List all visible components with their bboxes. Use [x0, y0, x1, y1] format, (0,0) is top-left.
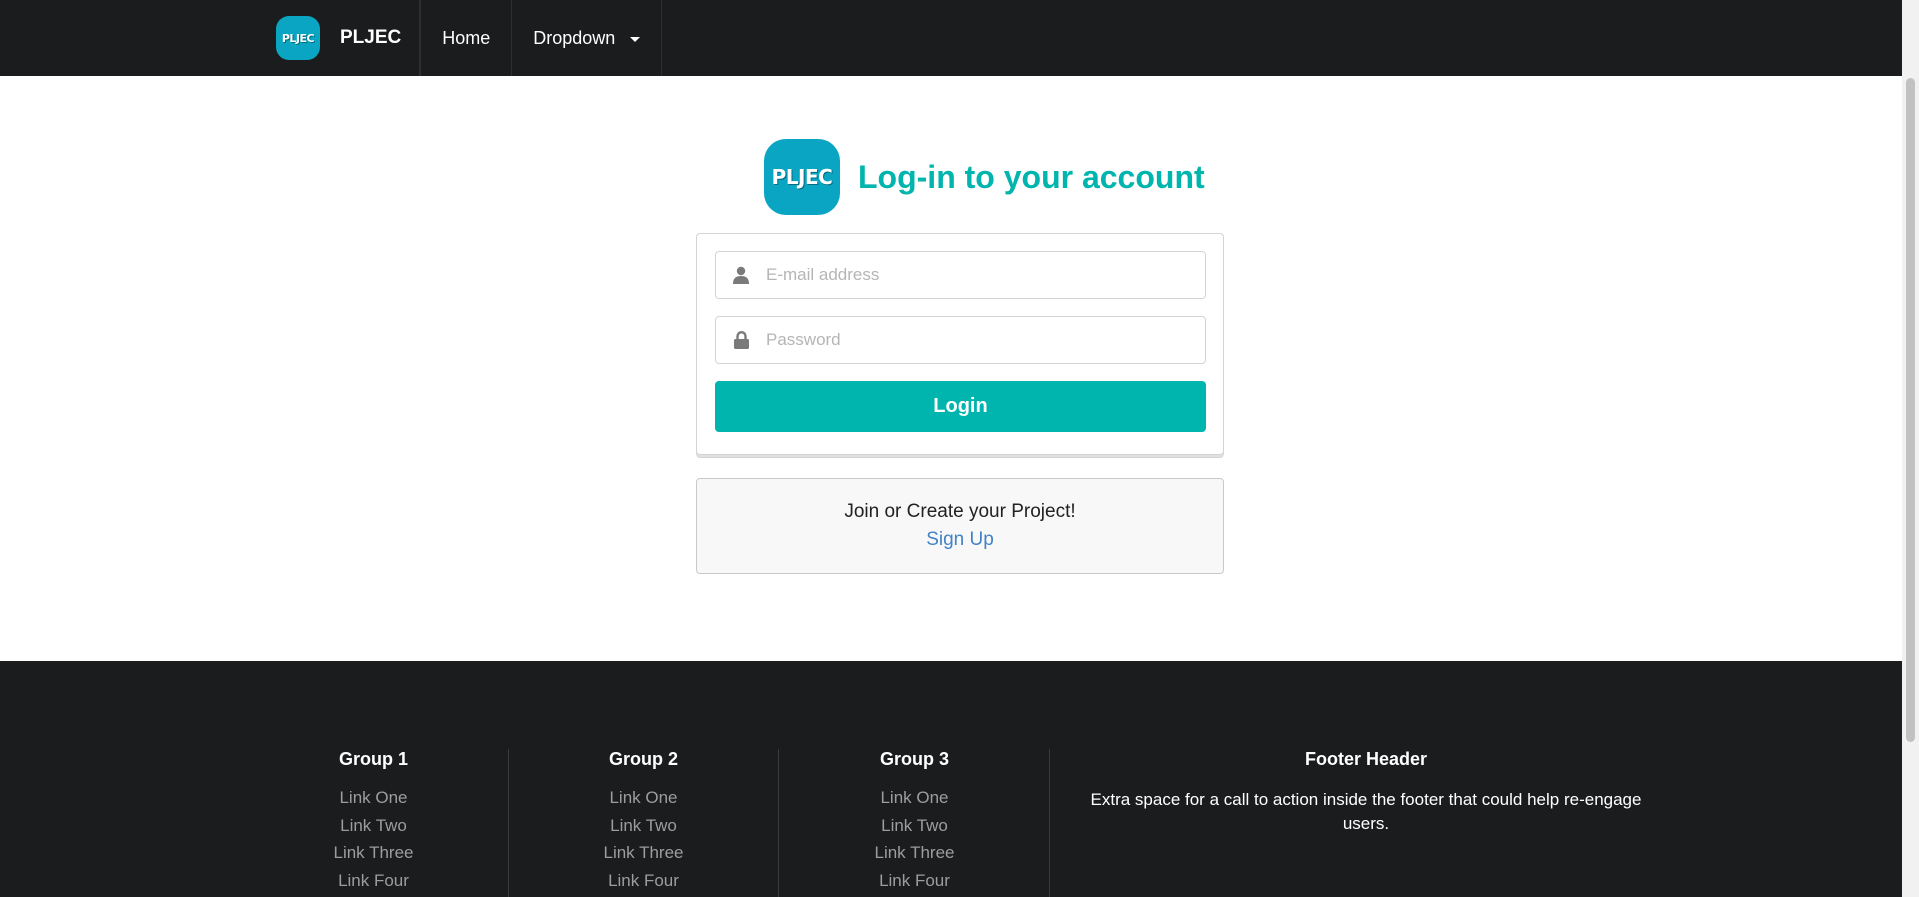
footer: Group 1 Link One Link Two Link Three Lin…: [0, 661, 1902, 897]
footer-link[interactable]: Link One: [239, 784, 508, 812]
logo-image: PLJEC: [764, 139, 840, 215]
footer-link[interactable]: Link Four: [239, 867, 508, 895]
footer-link[interactable]: Link One: [509, 784, 778, 812]
password-field[interactable]: [715, 316, 1206, 364]
scrollbar-thumb[interactable]: [1906, 78, 1915, 742]
page-scrollbar[interactable]: [1902, 0, 1919, 897]
top-menu: PLJEC PLJEC Home Dropdown: [0, 0, 1919, 76]
login-form: Login: [696, 233, 1224, 455]
signup-link[interactable]: Sign Up: [926, 529, 994, 551]
footer-cta: Footer Header Extra space for a call to …: [1090, 749, 1642, 836]
logo-text: PLJEC: [281, 31, 315, 45]
logo-icon: PLJEC: [276, 16, 320, 60]
nav-dropdown-label: Dropdown: [533, 27, 616, 48]
nav-dropdown[interactable]: Dropdown: [512, 0, 663, 76]
email-field[interactable]: [715, 251, 1206, 299]
caret-down-icon: [630, 36, 641, 42]
footer-link[interactable]: Link Two: [509, 812, 778, 840]
login-button[interactable]: Login: [715, 381, 1206, 432]
footer-link[interactable]: Link Three: [239, 839, 508, 867]
footer-link[interactable]: Link Two: [239, 812, 508, 840]
password-input[interactable]: [766, 330, 1186, 350]
user-icon: [716, 266, 766, 284]
login-header: PLJEC Log-in to your account: [764, 139, 1205, 215]
footer-link[interactable]: Link Four: [780, 867, 1049, 895]
footer-group-title: Group 1: [338, 749, 408, 769]
footer-header: Footer Header: [1304, 749, 1428, 769]
email-input[interactable]: [766, 265, 1186, 285]
footer-link[interactable]: Link Three: [509, 839, 778, 867]
nav-home[interactable]: Home: [420, 0, 513, 76]
footer-group-2: Group 2 Link One Link Two Link Three Lin…: [509, 749, 779, 897]
footer-link[interactable]: Link One: [780, 784, 1049, 812]
brand-item[interactable]: PLJEC PLJEC: [269, 0, 421, 76]
footer-link[interactable]: Link Two: [780, 812, 1049, 840]
footer-group-title: Group 2: [608, 749, 678, 769]
footer-group-title: Group 3: [879, 749, 949, 769]
signup-message: Join or Create your Project! Sign Up: [696, 478, 1224, 574]
lock-icon: [716, 331, 766, 349]
footer-link[interactable]: Link Four: [509, 867, 778, 895]
brand-name: PLJEC: [340, 27, 402, 48]
footer-group-3: Group 3 Link One Link Two Link Three Lin…: [780, 749, 1050, 897]
logo-text: PLJEC: [771, 165, 833, 189]
signup-prompt: Join or Create your Project!: [844, 501, 1076, 522]
page-title: Log-in to your account: [858, 158, 1205, 195]
footer-text: Extra space for a call to action inside …: [1090, 790, 1642, 833]
footer-group-1: Group 1 Link One Link Two Link Three Lin…: [239, 749, 509, 897]
footer-link[interactable]: Link Three: [780, 839, 1049, 867]
